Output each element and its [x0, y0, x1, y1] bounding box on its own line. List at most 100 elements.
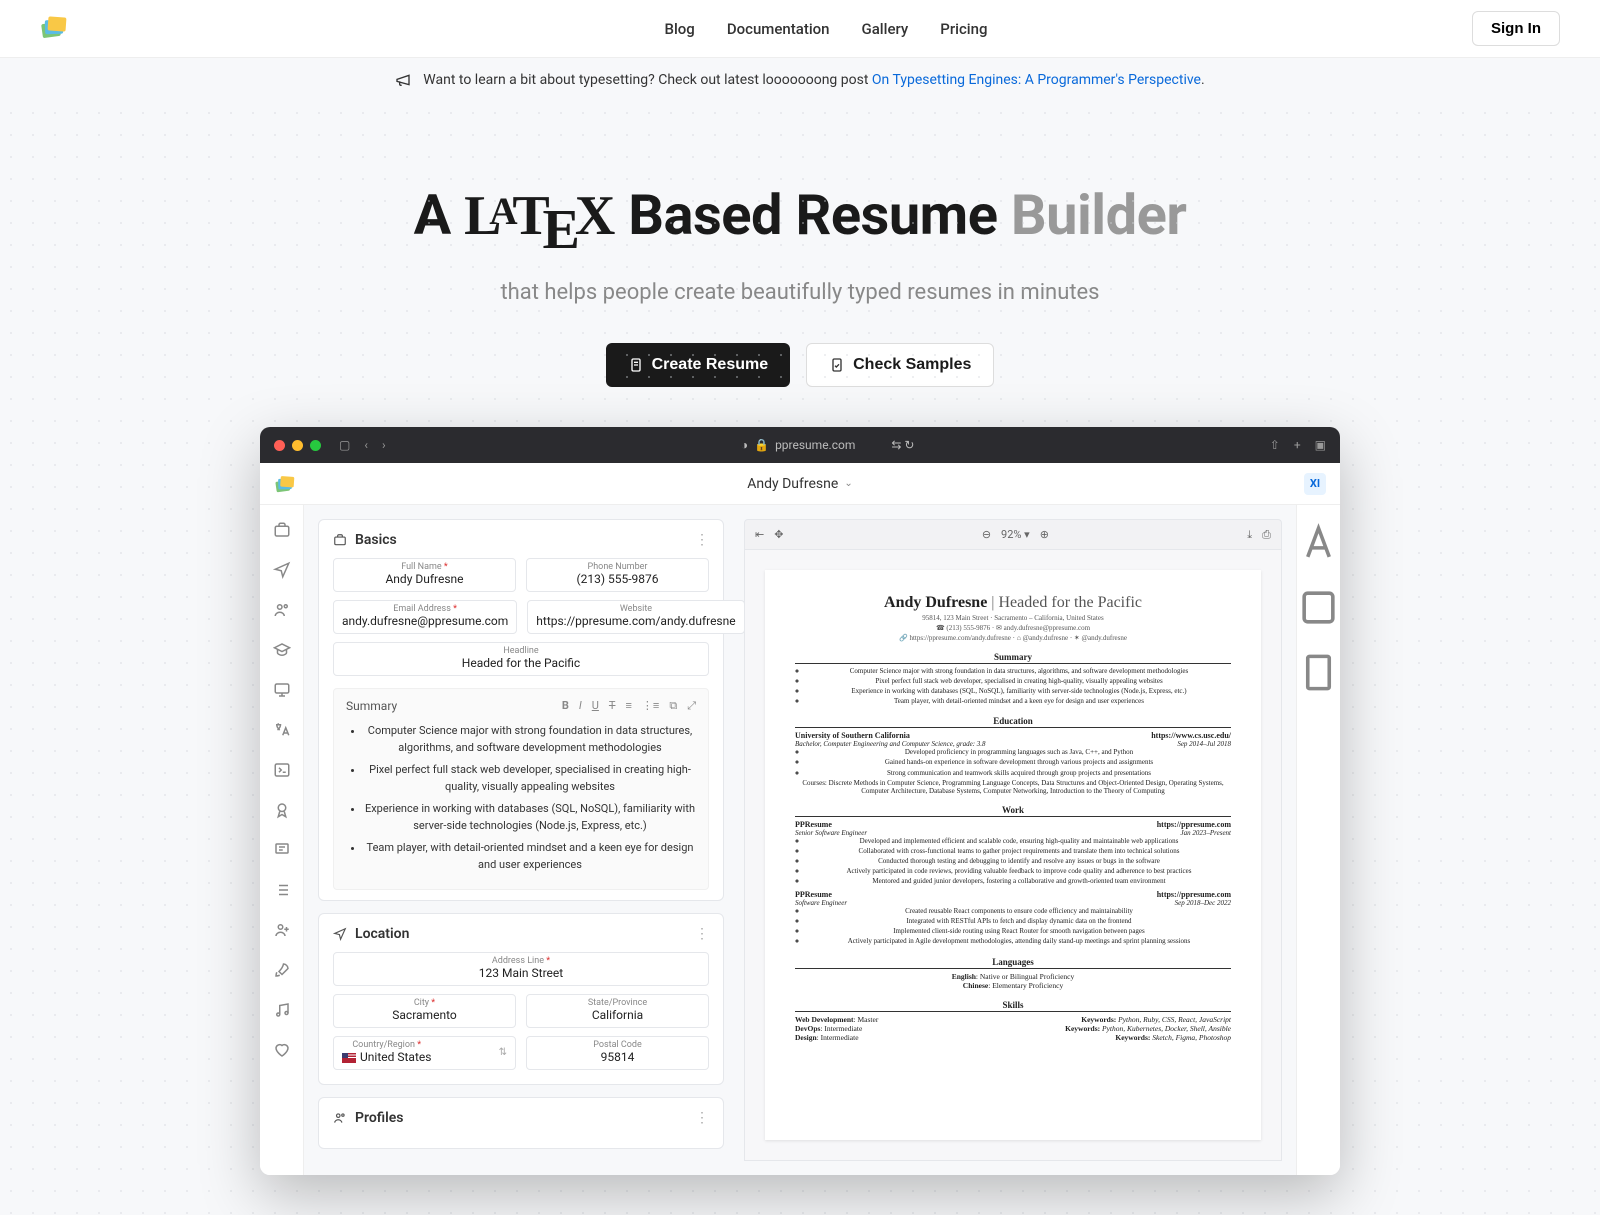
zoom-in-icon[interactable]: ⊕ [1040, 528, 1049, 541]
announce-text: Want to learn a bit about typesetting? C… [423, 72, 872, 88]
terminal-icon[interactable] [273, 761, 291, 779]
language-icon[interactable] [273, 721, 291, 739]
address-field[interactable]: Address Line * 123 Main Street [333, 952, 709, 986]
website-field[interactable]: Website https://ppresume.com/andy.dufres… [527, 600, 744, 634]
link-icon[interactable]: ⧉ [669, 699, 677, 713]
card-menu-button[interactable]: ⋮ [695, 926, 709, 942]
maximize-icon [310, 440, 321, 451]
bold-icon[interactable]: B [562, 699, 569, 713]
app-logo-icon [274, 475, 296, 493]
print-icon[interactable]: ⎙ [1262, 528, 1271, 542]
document-check-icon [829, 357, 845, 373]
preview-panel: ⇤ ✥ ⊖ 92% ▾ ⊕ ⤓ ⎙ Andy Dufresne [744, 505, 1296, 1175]
browser-chrome: ▢ ‹ › ◑ 🔒 ppresume.com ⇆ ↻ ⇧ + ▣ [260, 427, 1340, 463]
tabs-icon: ▣ [1315, 438, 1326, 452]
list-icon[interactable] [273, 881, 291, 899]
announce-link[interactable]: On Typesetting Engines: A Programmer's P… [872, 72, 1201, 88]
font-icon[interactable] [1297, 521, 1340, 564]
share-icon: ⇧ [1270, 438, 1280, 452]
zoom-out-icon[interactable]: ⊖ [982, 528, 991, 541]
chevron-updown-icon: ⇅ [499, 1047, 507, 1058]
profiles-icon[interactable] [273, 601, 291, 619]
briefcase-icon[interactable] [273, 521, 291, 539]
full-name-field[interactable]: Full Name * Andy Dufresne [333, 558, 516, 592]
location-card: Location ⋮ Address Line * 123 Main Stree… [318, 913, 724, 1085]
state-field[interactable]: State/Province California [526, 994, 709, 1028]
user-badge[interactable]: XI [1304, 473, 1326, 495]
preview-toolbar: ⇤ ✥ ⊖ 92% ▾ ⊕ ⤓ ⎙ [744, 519, 1282, 549]
hero: A LATEX Based Resume Builder that helps … [0, 102, 1600, 1215]
app-header: Andy Dufresne ⌄ XI [260, 463, 1340, 505]
lock-icon: 🔒 [754, 438, 769, 452]
resume-name: Andy Dufresne | Headed for the Pacific [795, 594, 1231, 612]
logo[interactable] [40, 15, 180, 43]
site-header: Blog Documentation Gallery Pricing Sign … [0, 0, 1600, 58]
nav-blog[interactable]: Blog [665, 20, 695, 38]
award-icon[interactable] [273, 801, 291, 819]
layout-icon[interactable] [1297, 586, 1340, 629]
user-plus-icon[interactable] [273, 921, 291, 939]
monitor-icon[interactable] [273, 681, 291, 699]
underline-icon[interactable]: U [592, 699, 599, 713]
ordered-list-icon[interactable]: ≡ [625, 699, 631, 713]
chevron-down-icon: ⌄ [844, 478, 852, 489]
shield-icon: ◑ [741, 438, 748, 452]
close-icon [274, 440, 285, 451]
expand-icon[interactable]: ⤢ [687, 699, 696, 713]
summary-toolbar: B I U T ≡ ⋮≡ ⧉ ⤢ [562, 699, 696, 713]
summary-editor[interactable]: Summary B I U T ≡ ⋮≡ ⧉ ⤢ [333, 688, 709, 890]
plus-icon: + [1294, 438, 1301, 452]
basics-card: Basics ⋮ Full Name * Andy Dufresne Phone… [318, 519, 724, 901]
address-bar: ◑ 🔒 ppresume.com ⇆ ↻ [394, 438, 1262, 452]
page-icon[interactable] [1297, 651, 1340, 694]
zoom-level[interactable]: 92% ▾ [1001, 528, 1030, 541]
minimize-icon [292, 440, 303, 451]
country-field[interactable]: Country/Region * United States ⇅ [333, 1036, 516, 1070]
postal-field[interactable]: Postal Code 95814 [526, 1036, 709, 1070]
megaphone-icon [395, 72, 411, 88]
profiles-icon [333, 1111, 347, 1125]
us-flag-icon [342, 1053, 356, 1063]
sign-in-button[interactable]: Sign In [1472, 11, 1560, 46]
chevron-left-icon: ‹ [364, 438, 368, 452]
move-icon[interactable]: ✥ [774, 528, 783, 541]
email-field[interactable]: Email Address * andy.dufresne@ppresume.c… [333, 600, 517, 634]
card-menu-button[interactable]: ⋮ [695, 532, 709, 548]
education-icon[interactable] [273, 641, 291, 659]
latex-logo: LATEX [464, 184, 615, 262]
nav-center: Blog Documentation Gallery Pricing [180, 20, 1472, 38]
city-field[interactable]: City * Sacramento [333, 994, 516, 1028]
headline-field[interactable]: Headline Headed for the Pacific [333, 642, 709, 676]
create-resume-button[interactable]: Create Resume [606, 343, 791, 387]
card-menu-button[interactable]: ⋮ [695, 1110, 709, 1126]
phone-field[interactable]: Phone Number (213) 555-9876 [526, 558, 709, 592]
document-icon [628, 357, 644, 373]
heart-icon[interactable] [273, 1041, 291, 1059]
hero-subtitle: that helps people create beautifully typ… [0, 280, 1600, 305]
italic-icon[interactable]: I [579, 699, 582, 713]
resume-preview: Andy Dufresne | Headed for the Pacific 9… [765, 570, 1261, 1140]
check-samples-button[interactable]: Check Samples [806, 343, 994, 387]
announcement-bar: Want to learn a bit about typesetting? C… [0, 58, 1600, 102]
goto-start-icon[interactable]: ⇤ [755, 528, 764, 541]
nav-gallery[interactable]: Gallery [862, 20, 909, 38]
strike-icon[interactable]: T [609, 699, 616, 713]
rocket-icon[interactable] [273, 961, 291, 979]
traffic-lights [274, 440, 321, 451]
location-icon[interactable] [273, 561, 291, 579]
section-sidebar [260, 505, 304, 1175]
browser-right-icons: ⇧ + ▣ [1270, 438, 1326, 452]
certificate-icon[interactable] [273, 841, 291, 859]
nav-pricing[interactable]: Pricing [940, 20, 987, 38]
music-icon[interactable] [273, 1001, 291, 1019]
chevron-right-icon: › [382, 438, 386, 452]
download-icon[interactable]: ⤓ [1247, 528, 1252, 542]
form-panel: Basics ⋮ Full Name * Andy Dufresne Phone… [304, 505, 744, 1175]
nav-documentation[interactable]: Documentation [727, 20, 830, 38]
app-title-dropdown[interactable]: Andy Dufresne ⌄ [296, 476, 1304, 492]
bullet-list-icon[interactable]: ⋮≡ [642, 699, 659, 713]
reader-icon: ⇆ ↻ [891, 438, 914, 452]
browser-nav-icons: ▢ ‹ › [339, 438, 386, 452]
logo-icon [40, 15, 68, 39]
profiles-card: Profiles ⋮ [318, 1097, 724, 1149]
